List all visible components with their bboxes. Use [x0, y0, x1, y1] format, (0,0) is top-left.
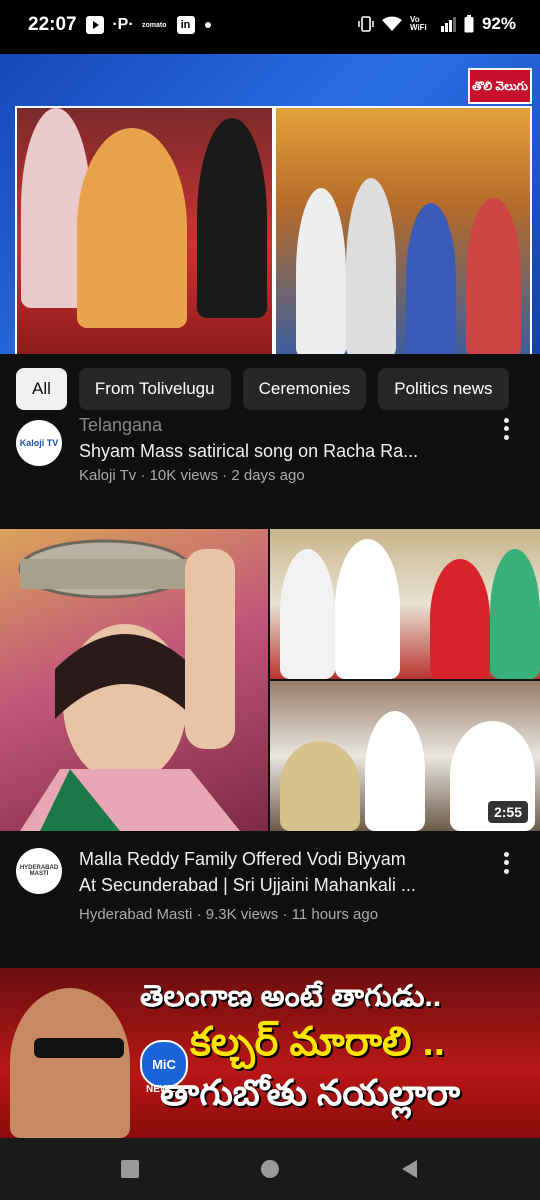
signal-icon: [440, 17, 456, 32]
system-icons: Vo WiFi 92%: [358, 14, 516, 34]
person-figure: [490, 549, 540, 679]
notification-icons: ·P· zomato in: [86, 16, 211, 34]
zomato-icon: zomato: [142, 21, 167, 29]
video-item[interactable]: HYDERABAD MASTI Malla Reddy Family Offer…: [0, 846, 540, 936]
chip-all[interactable]: All: [16, 368, 67, 410]
more-options-icon[interactable]: [496, 416, 516, 442]
thumbnail-headline: తెలంగాణ అంటే తాగుడు..: [140, 980, 442, 1013]
person-figure: [466, 198, 521, 354]
person-figure: [197, 118, 267, 318]
paytm-icon: ·P·: [112, 16, 134, 33]
video-title-line: Malla Reddy Family Offered Vodi Biyyam: [79, 849, 406, 869]
back-icon: [402, 1160, 417, 1178]
thumbnail-headline: తాగుబోతు నయల్లారా: [160, 1072, 461, 1113]
video-meta: Hyderabad Masti · 9.3K views · 11 hours …: [79, 906, 379, 923]
video-title[interactable]: Malla Reddy Family Offered Vodi Biyyam A…: [79, 846, 480, 898]
channel-avatar[interactable]: HYDERABAD MASTI: [16, 848, 62, 894]
thumbnail-person: [10, 988, 130, 1138]
youtube-icon: [86, 16, 104, 34]
person-figure: [430, 559, 490, 679]
back-button[interactable]: [395, 1154, 425, 1184]
video-duration: 2:55: [487, 801, 528, 823]
network-type: Vo WiFi: [409, 15, 427, 32]
system-nav-bar: [0, 1138, 540, 1200]
upload-age: 11 hours ago: [291, 906, 379, 923]
person-figure: [365, 711, 425, 831]
person-figure: [77, 128, 187, 328]
thumbnail-image-main: [0, 529, 268, 831]
thumbnail-glasses: [34, 1038, 124, 1058]
vibrate-icon: [358, 16, 374, 32]
view-count: 10K views: [149, 467, 218, 484]
person-figure: [346, 178, 396, 354]
video-meta: Kaloji Tv · 10K views · 2 days ago: [79, 467, 305, 484]
player-thumbnail[interactable]: తొలి వెలుగు: [0, 54, 540, 354]
home-button[interactable]: [255, 1154, 285, 1184]
video-title-line: Telangana: [79, 415, 163, 435]
status-bar: 22:07 ·P· zomato in Vo WiFi 92%: [0, 0, 540, 54]
chip-from-tolivelugu[interactable]: From Tolivelugu: [78, 368, 231, 410]
thumbnail-headline: కల్చర్ మారాలి ..: [190, 1020, 445, 1064]
person-figure: [280, 549, 335, 679]
battery-icon: [464, 15, 474, 33]
channel-name: Hyderabad Masti: [79, 906, 193, 923]
hero-image-right: [274, 106, 532, 354]
channel-watermark-logo: తొలి వెలుగు: [468, 68, 532, 104]
person-figure: [335, 539, 400, 679]
person-figure: [296, 188, 346, 354]
wifi-icon: [381, 16, 402, 31]
status-time: 22:07: [28, 14, 77, 35]
person-figure: [280, 741, 360, 831]
video-title-line: Shyam Mass satirical song on Racha Ra...: [79, 441, 419, 461]
recents-button[interactable]: [115, 1154, 145, 1184]
video-item[interactable]: Kaloji TV Telangana Shyam Mass satirical…: [0, 415, 540, 500]
hero-image-left: [15, 106, 274, 354]
chip-ceremonies[interactable]: Ceremonies: [242, 368, 367, 410]
battery-level: 92%: [481, 14, 516, 33]
home-icon: [261, 1160, 279, 1178]
upload-age: 2 days ago: [231, 467, 305, 484]
more-notifications-dot-icon: [204, 22, 211, 28]
view-count: 9.3K views: [205, 906, 279, 923]
channel-name: Kaloji Tv: [79, 467, 137, 484]
chip-politics-news[interactable]: Politics news: [378, 368, 509, 410]
thumbnail-image-top-right: [270, 529, 540, 679]
recents-icon: [121, 1160, 139, 1178]
channel-avatar[interactable]: Kaloji TV: [16, 420, 62, 466]
video-title[interactable]: Telangana Shyam Mass satirical song on R…: [79, 412, 480, 464]
more-options-icon[interactable]: [496, 850, 516, 876]
person-figure: [406, 203, 456, 354]
video-title-line: At Secunderabad | Sri Ujjaini Mahankali …: [79, 875, 416, 895]
filter-chips: All From Tolivelugu Ceremonies Politics …: [0, 358, 540, 420]
linkedin-icon: in: [176, 16, 195, 34]
video-thumbnail[interactable]: MiC NEWS తెలంగాణ అంటే తాగుడు.. కల్చర్ మా…: [0, 968, 540, 1138]
video-thumbnail[interactable]: 2:55: [0, 529, 540, 831]
